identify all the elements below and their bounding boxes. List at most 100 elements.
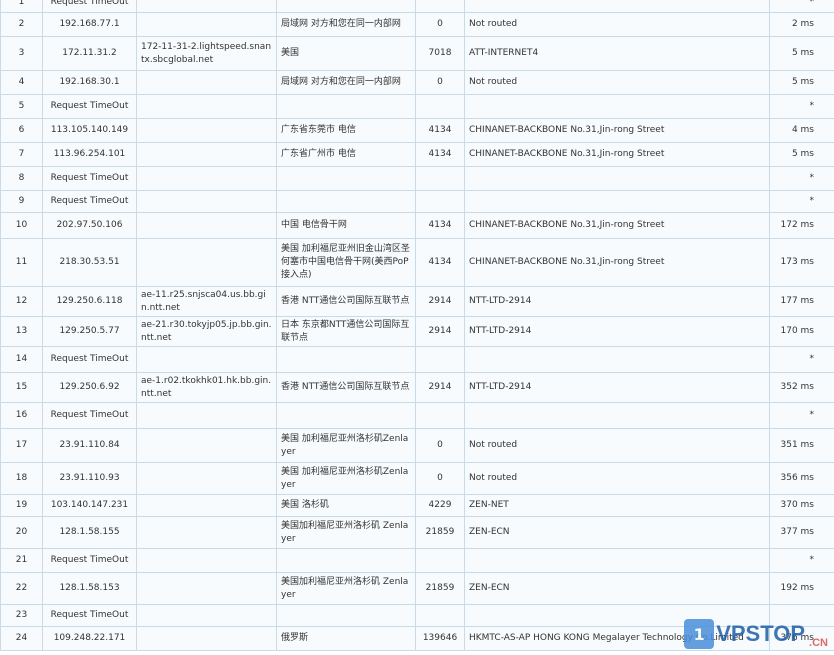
ip-cell: 23.91.110.84 <box>42 428 137 463</box>
location-cell: 局域网 对方和您在同一内部网 <box>276 70 416 95</box>
hostname-cell <box>136 402 277 429</box>
isp-cell <box>464 0 770 13</box>
ip-cell: 129.250.5.77 <box>42 316 137 347</box>
location-cell: 美国 洛杉矶 <box>276 494 416 517</box>
isp-cell: ZEN-ECN <box>464 516 770 549</box>
isp-cell: NTT-LTD-2914 <box>464 316 770 347</box>
location-cell: 美国加利福尼亚州洛杉矶 Zenlayer <box>276 516 416 549</box>
hostname-cell <box>136 12 277 37</box>
table-row: 10 202.97.50.106 中国 电信骨干网 4134 CHINANET-BACK… <box>0 212 834 239</box>
hop-cell: 21 <box>0 548 43 573</box>
hop-cell: 8 <box>0 166 43 191</box>
asn-cell: 4134 <box>415 212 465 239</box>
isp-cell: Not routed <box>464 12 770 37</box>
isp-cell: CHINANET-BACKBONE No.31,Jin-rong Street <box>464 142 770 167</box>
hostname-cell: 172-11-31-2.lightspeed.snantx.sbcglobal.… <box>136 36 277 71</box>
asn-cell: 0 <box>415 462 465 495</box>
isp-cell <box>464 402 770 429</box>
latency-cell: 173 ms <box>769 238 834 287</box>
hop-cell: 5 <box>0 94 43 119</box>
table-row: 16 Request TimeOut * <box>0 402 834 429</box>
asn-cell: 21859 <box>415 572 465 605</box>
location-cell: 美国 加利福尼亚州旧金山湾区圣何塞市中国电信骨干网(美西PoP接入点) <box>276 238 416 287</box>
location-cell <box>276 402 416 429</box>
hostname-cell <box>136 118 277 143</box>
latency-cell: 352 ms <box>769 372 834 403</box>
location-cell: 香港 NTT通信公司国际互联节点 <box>276 286 416 317</box>
asn-cell <box>415 548 465 573</box>
hop-cell: 10 <box>0 212 43 239</box>
asn-cell <box>415 604 465 627</box>
traceroute-table: 1 Request TimeOut * 2 192.168.77.1 局域网 对方和您在同… <box>0 0 834 651</box>
hostname-cell <box>136 166 277 191</box>
hop-cell: 2 <box>0 12 43 37</box>
asn-cell <box>415 94 465 119</box>
ip-cell: 113.105.140.149 <box>42 118 137 143</box>
hostname-cell <box>136 428 277 463</box>
location-cell: 美国 加利福尼亚州洛杉矶Zenlayer <box>276 428 416 463</box>
hostname-cell <box>136 516 277 549</box>
table-row: 12 129.250.6.118 ae-11.r25.snjsca04.us.bb.… <box>0 286 834 317</box>
hostname-cell <box>136 346 277 373</box>
latency-cell: 192 ms <box>769 572 834 605</box>
ip-cell: 192.168.77.1 <box>42 12 137 37</box>
ip-cell: Request TimeOut <box>42 346 137 373</box>
table-row: 15 129.250.6.92 ae-1.r02.tkokhk01.hk.bb.gi… <box>0 372 834 403</box>
hostname-cell <box>136 0 277 13</box>
latency-cell: 351 ms <box>769 428 834 463</box>
isp-cell: ZEN-ECN <box>464 572 770 605</box>
hostname-cell <box>136 190 277 213</box>
asn-cell <box>415 166 465 191</box>
isp-cell: NTT-LTD-2914 <box>464 286 770 317</box>
ip-cell: 192.168.30.1 <box>42 70 137 95</box>
latency-cell: 5 ms <box>769 36 834 71</box>
latency-cell: * <box>769 166 834 191</box>
ip-cell: 128.1.58.153 <box>42 572 137 605</box>
asn-cell: 2914 <box>415 372 465 403</box>
isp-cell <box>464 190 770 213</box>
hostname-cell <box>136 572 277 605</box>
hostname-cell <box>136 494 277 517</box>
location-cell <box>276 94 416 119</box>
watermark-text: VPSTOP <box>716 621 806 646</box>
asn-cell: 2914 <box>415 316 465 347</box>
isp-cell: CHINANET-BACKBONE No.31,Jin-rong Street <box>464 118 770 143</box>
table-row: 14 Request TimeOut * <box>0 346 834 373</box>
hop-cell: 16 <box>0 402 43 429</box>
asn-cell: 7018 <box>415 36 465 71</box>
table-row: 9 Request TimeOut * <box>0 190 834 213</box>
hop-cell: 1 <box>0 0 43 13</box>
asn-cell: 2914 <box>415 286 465 317</box>
ip-cell: 202.97.50.106 <box>42 212 137 239</box>
isp-cell <box>464 166 770 191</box>
asn-cell <box>415 402 465 429</box>
asn-cell <box>415 346 465 373</box>
asn-cell: 4229 <box>415 494 465 517</box>
location-cell: 美国加利福尼亚州洛杉矶 Zenlayer <box>276 572 416 605</box>
latency-cell: 5 ms <box>769 142 834 167</box>
ip-cell: Request TimeOut <box>42 94 137 119</box>
traceroute-rows: 1 Request TimeOut * 2 192.168.77.1 局域网 对方和您在同… <box>0 0 834 651</box>
ip-cell: Request TimeOut <box>42 604 137 627</box>
isp-cell: Not routed <box>464 462 770 495</box>
asn-cell <box>415 0 465 13</box>
table-row: 6 113.105.140.149 广东省东莞市 电信 4134 CHINANET-BA… <box>0 118 834 143</box>
hop-cell: 12 <box>0 286 43 317</box>
location-cell <box>276 166 416 191</box>
latency-cell: 5 ms <box>769 70 834 95</box>
ip-cell: 129.250.6.92 <box>42 372 137 403</box>
hop-cell: 17 <box>0 428 43 463</box>
hostname-cell <box>136 238 277 287</box>
latency-cell: 2 ms <box>769 12 834 37</box>
hostname-cell: ae-21.r30.tokyjp05.jp.bb.gin.ntt.net <box>136 316 277 347</box>
ip-cell: 218.30.53.51 <box>42 238 137 287</box>
watermark-badge: 1 <box>684 619 715 649</box>
ip-cell: 103.140.147.231 <box>42 494 137 517</box>
table-row: 2 192.168.77.1 局域网 对方和您在同一内部网 0 Not routed 2 … <box>0 12 834 37</box>
isp-cell: ATT-INTERNET4 <box>464 36 770 71</box>
ip-cell: 109.248.22.171 <box>42 626 137 651</box>
hop-cell: 15 <box>0 372 43 403</box>
hop-cell: 4 <box>0 70 43 95</box>
location-cell: 局域网 对方和您在同一内部网 <box>276 12 416 37</box>
hop-cell: 6 <box>0 118 43 143</box>
